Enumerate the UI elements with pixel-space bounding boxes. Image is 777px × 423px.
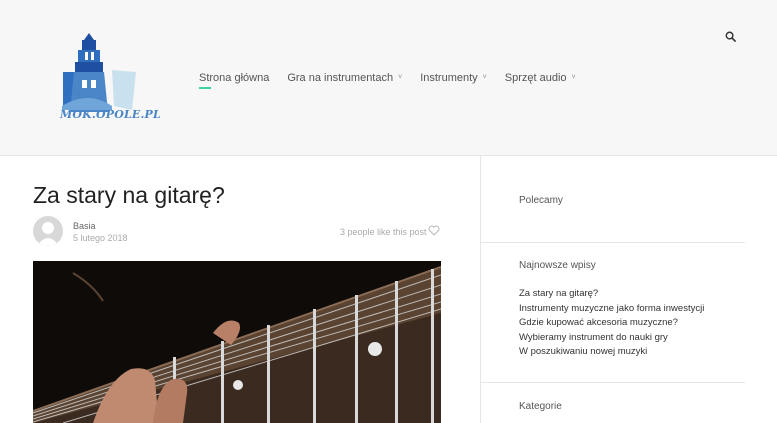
post-date: 5 lutego 2018 [73, 233, 128, 243]
recent-post-link[interactable]: Za stary na gitarę? [519, 287, 704, 302]
heart-icon[interactable] [428, 225, 440, 236]
post-featured-image[interactable] [33, 261, 441, 423]
post-title[interactable]: Za stary na gitarę? [33, 182, 225, 209]
nav-item-label: Gra na instrumentach [287, 72, 394, 84]
nav-item-label: Instrumenty [420, 72, 478, 84]
sidebar: Polecamy Najnowsze wpisy Za stary na git… [480, 156, 777, 423]
chevron-down-icon: ˅ [398, 74, 403, 81]
widget-title-polecamy: Polecamy [519, 195, 563, 206]
main-nav: Strona główna Gra na instrumentach ˅ Inst… [199, 72, 594, 89]
likes-count: 3 people like this post [340, 227, 427, 237]
nav-item-home[interactable]: Strona główna [199, 72, 270, 89]
guitar-photo [33, 261, 441, 423]
recent-post-link[interactable]: Gdzie kupować akcesoria muzyczne? [519, 316, 704, 331]
nav-item-playing-instruments[interactable]: Gra na instrumentach ˅ [287, 72, 402, 84]
site-header: MOK.OPOLE.PL Strona główna Gra na instru… [0, 0, 777, 156]
nav-item-label: Sprzęt audio [504, 72, 567, 84]
recent-post-link[interactable]: W poszukiwaniu nowej muzyki [519, 345, 704, 360]
nav-item-label: Strona główna [199, 72, 270, 84]
avatar [33, 216, 63, 246]
search-icon[interactable] [725, 31, 736, 42]
logo-text[interactable]: MOK.OPOLE.PL [60, 108, 161, 121]
recent-post-link[interactable]: Instrumenty muzyczne jako forma inwestyc… [519, 302, 704, 317]
nav-item-audio-gear[interactable]: Sprzęt audio ˅ [505, 72, 576, 84]
post-author[interactable]: Basia [73, 221, 96, 231]
recent-posts-list: Za stary na gitarę? Instrumenty muzyczne… [519, 287, 704, 360]
widget-title-recent-posts: Najnowsze wpisy [519, 260, 596, 271]
user-icon [37, 222, 59, 246]
divider [481, 242, 745, 243]
widget-title-categories: Kategorie [519, 401, 562, 412]
nav-item-instruments[interactable]: Instrumenty ˅ [420, 72, 487, 84]
divider [481, 382, 745, 383]
chevron-down-icon: ˅ [571, 74, 576, 81]
chevron-down-icon: ˅ [482, 74, 487, 81]
recent-post-link[interactable]: Wybieramy instrument do nauki gry [519, 331, 704, 346]
